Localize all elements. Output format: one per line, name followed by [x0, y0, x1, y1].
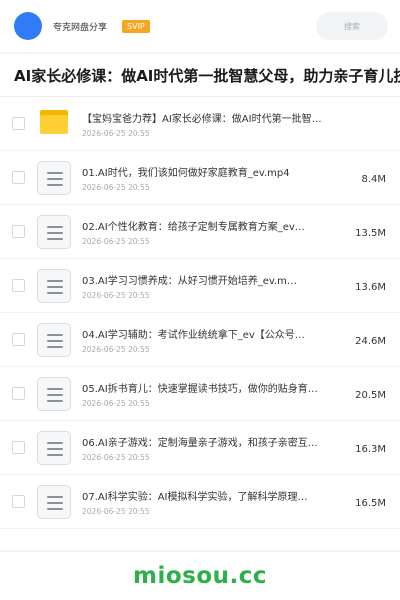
file-name: 02.AI个性化教育：给孩子定制专属教育方案_ev… [82, 222, 305, 233]
file-size: 20.5M [355, 390, 386, 401]
svip-badge[interactable]: SVIP [122, 19, 150, 33]
document-icon [37, 269, 71, 303]
file-date: 2026-06-25 20:55 [82, 453, 150, 462]
file-date: 2026-06-25 20:55 [82, 345, 150, 354]
app-header: 夸克网盘分享 SVIP 搜索 [0, 0, 400, 52]
file-date: 2026-06-25 20:55 [82, 183, 150, 192]
row-checkbox[interactable] [12, 441, 25, 454]
file-size: 13.5M [355, 228, 386, 239]
row-checkbox[interactable] [12, 171, 25, 184]
document-icon [37, 485, 71, 519]
file-date: 2026-06-25 20:55 [82, 507, 150, 516]
file-size: 8.4M [361, 174, 386, 185]
row-checkbox[interactable] [12, 495, 25, 508]
file-name: 01.AI时代，我们该如何做好家庭教育_ev.mp4 [82, 168, 290, 179]
search-label: 搜索 [344, 21, 360, 31]
file-date: 2026-06-25 20:55 [82, 399, 150, 408]
file-row[interactable]: 04.AI学习辅助：考试作业统统拿下_ev【公众号… 2026-06-25 20… [0, 313, 400, 367]
file-name: 06.AI亲子游戏：定制海量亲子游戏，和孩子亲密互… [82, 438, 318, 449]
document-icon [37, 431, 71, 465]
file-row[interactable]: 03.AI学习习惯养成：从好习惯开始培养_ev.m… 2026-06-25 20… [0, 259, 400, 313]
document-icon [37, 161, 71, 195]
file-size: 16.5M [355, 498, 386, 509]
file-row[interactable]: 01.AI时代，我们该如何做好家庭教育_ev.mp4 2026-06-25 20… [0, 151, 400, 205]
file-name: 07.AI科学实验：AI模拟科学实验，了解科学原理… [82, 492, 308, 503]
row-checkbox[interactable] [12, 117, 25, 130]
file-name: 05.AI拆书育儿：快速掌握读书技巧，做你的贴身育… [82, 384, 318, 395]
file-date: 2026-06-25 20:55 [82, 237, 150, 246]
header-divider [0, 52, 400, 56]
file-size: 16.3M [355, 444, 386, 455]
document-icon [37, 215, 71, 249]
file-date: 2026-06-25 20:55 [82, 291, 150, 300]
row-checkbox[interactable] [12, 279, 25, 292]
row-checkbox[interactable] [12, 333, 25, 346]
file-row[interactable]: 05.AI拆书育儿：快速掌握读书技巧，做你的贴身育… 2026-06-25 20… [0, 367, 400, 421]
document-icon [37, 377, 71, 411]
file-name: 03.AI学习习惯养成：从好习惯开始培养_ev.m… [82, 276, 297, 287]
share-title: AI家长必修课：做AI时代第一批智慧父母，助力亲子育儿技 [14, 67, 400, 85]
file-row[interactable]: 【宝妈宝爸力荐】AI家长必修课：做AI时代第一批智… 2026-06-25 20… [0, 97, 400, 151]
file-row[interactable]: 02.AI个性化教育：给孩子定制专属教育方案_ev… 2026-06-25 20… [0, 205, 400, 259]
brand-name: 夸克网盘分享 [53, 22, 108, 33]
file-row[interactable]: 06.AI亲子游戏：定制海量亲子游戏，和孩子亲密互… 2026-06-25 20… [0, 421, 400, 475]
file-date: 2026-06-25 20:55 [82, 129, 150, 138]
list-footer-divider [0, 550, 400, 552]
file-list: 【宝妈宝爸力荐】AI家长必修课：做AI时代第一批智… 2026-06-25 20… [0, 97, 400, 529]
file-size: 24.6M [355, 336, 386, 347]
file-row[interactable]: 07.AI科学实验：AI模拟科学实验，了解科学原理… 2026-06-25 20… [0, 475, 400, 529]
watermark: miosou.cc [132, 563, 268, 589]
row-checkbox[interactable] [12, 225, 25, 238]
search-button[interactable]: 搜索 [316, 12, 388, 40]
document-icon [37, 323, 71, 357]
file-name: 【宝妈宝爸力荐】AI家长必修课：做AI时代第一批智… [82, 114, 322, 125]
avatar[interactable] [14, 12, 42, 40]
folder-icon [40, 110, 68, 134]
row-checkbox[interactable] [12, 387, 25, 400]
file-size: 13.6M [355, 282, 386, 293]
file-name: 04.AI学习辅助：考试作业统统拿下_ev【公众号… [82, 330, 305, 341]
